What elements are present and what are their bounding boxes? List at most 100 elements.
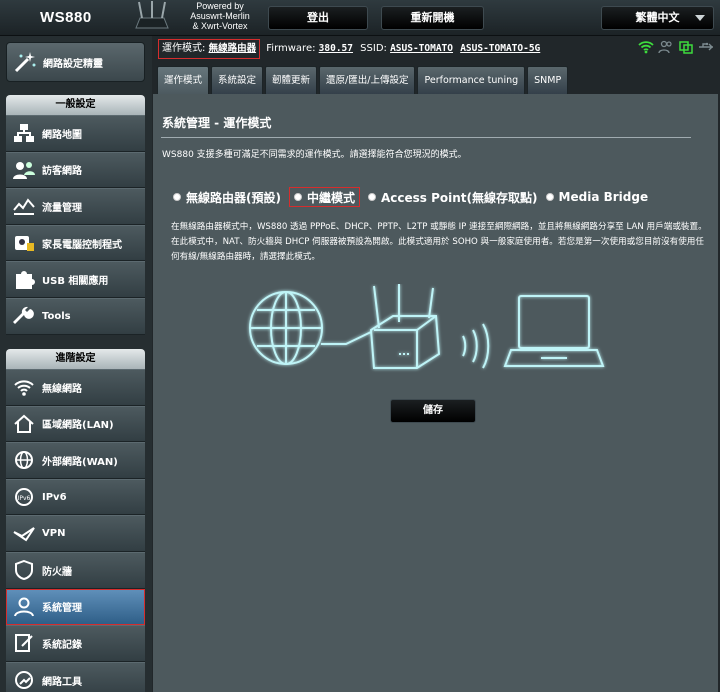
tab-performance-tuning[interactable]: Performance tuning xyxy=(417,66,526,94)
firmware-label: Firmware: xyxy=(266,43,316,54)
operation-mode-options: 無線路由器(預設) 中繼模式 Access Point(無線存取點) Media… xyxy=(173,186,713,208)
laptop-icon xyxy=(503,295,605,367)
op-mode-label: 運作模式: xyxy=(162,43,206,54)
router-logo-icon xyxy=(135,1,169,29)
sidebar-item-network-tools[interactable]: 網路工具 xyxy=(6,661,145,692)
mode-label: 無線路由器(預設) xyxy=(186,190,281,205)
ssid-link-5g[interactable]: ASUS-TOMATO-5G xyxy=(460,43,540,54)
sidebar-item-traffic-manager[interactable]: 流量管理 xyxy=(6,188,145,225)
traffic-manager-icon xyxy=(6,196,42,216)
advanced-menu: 無線網路 區域網路(LAN) 外部網路(WAN) IPv6 IPv6 VPN 防… xyxy=(6,369,145,692)
title-divider xyxy=(161,137,691,138)
save-button[interactable]: 儲存 xyxy=(390,399,476,423)
top-bar: WS880 Powered by Asuswrt-Merlin & Xwrt-V… xyxy=(0,0,720,36)
sidebar-item-ipv6[interactable]: IPv6 IPv6 xyxy=(6,478,145,516)
wifi-status-icon[interactable] xyxy=(638,40,654,54)
wifi-icon xyxy=(6,377,42,397)
sidebar-item-parental-control[interactable]: 家長電腦控制程式 xyxy=(6,224,145,262)
status-icons xyxy=(638,40,714,54)
sidebar-item-lan[interactable]: 區域網路(LAN) xyxy=(6,405,145,443)
sidebar-item-wireless[interactable]: 無線網路 xyxy=(6,369,145,406)
tab-operation-mode[interactable]: 運作模式 xyxy=(157,66,210,94)
sidebar-item-usb-application[interactable]: USB 相關應用 xyxy=(6,261,145,298)
sidebar-item-vpn[interactable]: VPN xyxy=(6,515,145,552)
mode-option-wireless-router[interactable]: 無線路由器(預設) xyxy=(173,187,281,207)
sidebar-item-label: 防火牆 xyxy=(42,566,72,578)
magic-wand-icon xyxy=(7,51,43,73)
qis-label: 網路設定精靈 xyxy=(43,58,103,70)
internet-status-icon[interactable] xyxy=(678,40,694,54)
wrench-icon xyxy=(6,306,42,326)
mode-label: Access Point(無線存取點) xyxy=(381,190,538,205)
sidebar-item-label: 流量管理 xyxy=(42,202,82,214)
network-tools-icon xyxy=(6,670,42,690)
powered-by-line: Powered by xyxy=(196,1,244,11)
admin-icon xyxy=(6,597,42,617)
general-section-header: 一般設定 xyxy=(6,95,145,115)
globe-icon xyxy=(6,450,42,470)
status-bar: 運作模式: 無線路由器 Firmware: 380.57 SSID: ASUS-… xyxy=(158,38,714,60)
ipv6-icon: IPv6 xyxy=(6,487,42,507)
radio-button[interactable] xyxy=(293,193,302,201)
powered-by-line: & Xwrt-Vortex xyxy=(192,21,248,31)
sidebar-item-label: 區域網路(LAN) xyxy=(42,420,114,432)
parental-control-icon xyxy=(6,233,42,253)
sidebar-item-label: 無線網路 xyxy=(42,383,82,395)
mode-illustration xyxy=(249,284,605,369)
general-menu: 網路地圖 訪客網路 流量管理 家長電腦控制程式 USB 相關應用 Tools xyxy=(6,115,145,335)
vpn-icon xyxy=(6,524,42,544)
sidebar-item-firewall[interactable]: 防火牆 xyxy=(6,551,145,589)
log-icon xyxy=(6,633,42,653)
sidebar-item-tools[interactable]: Tools xyxy=(6,297,145,335)
operation-mode-box: 運作模式: 無線路由器 xyxy=(158,39,261,59)
language-select[interactable]: 繁體中文 xyxy=(601,6,714,30)
radio-button[interactable] xyxy=(368,193,376,201)
sidebar-item-label: 網路地圖 xyxy=(42,129,82,141)
mode-description: 在無線路由器模式中，WS880 透過 PPPoE、DHCP、PPTP、L2TP … xyxy=(171,222,707,262)
mode-option-access-point[interactable]: Access Point(無線存取點) xyxy=(368,187,538,207)
tab-snmp[interactable]: SNMP xyxy=(527,66,569,94)
firmware-link[interactable]: 380.57 xyxy=(319,43,353,54)
router-icon xyxy=(369,284,441,369)
sidebar-item-guest-network[interactable]: 訪客網路 xyxy=(6,151,145,189)
radio-button[interactable] xyxy=(545,193,554,201)
tab-firmware-upgrade[interactable]: 韌體更新 xyxy=(265,66,318,94)
sidebar-item-network-map[interactable]: 網路地圖 xyxy=(6,115,145,152)
tab-system[interactable]: 系統設定 xyxy=(211,66,264,94)
mode-label: 中繼模式 xyxy=(306,190,355,205)
guest-network-icon xyxy=(6,160,42,180)
language-label: 繁體中文 xyxy=(635,11,680,24)
advanced-section-header: 進階設定 xyxy=(6,349,145,369)
sidebar-item-label: 系統記錄 xyxy=(42,639,82,651)
clients-status-icon[interactable] xyxy=(658,40,674,54)
main-content: 運作模式: 無線路由器 Firmware: 380.57 SSID: ASUS-… xyxy=(152,36,720,692)
page-title: 系統管理 - 運作模式 xyxy=(162,116,272,130)
content-panel: 系統管理 - 運作模式 WS880 支援多種可滿足不同需求的運作模式。請選擇能符… xyxy=(153,94,718,692)
sidebar-item-label: 家長電腦控制程式 xyxy=(42,239,122,251)
tab-restore-save-upload[interactable]: 還原/匯出/上傳設定 xyxy=(319,66,416,94)
qis-wizard-button[interactable]: 網路設定精靈 xyxy=(6,42,145,82)
mode-option-repeater[interactable]: 中繼模式 xyxy=(288,187,360,207)
mode-option-media-bridge[interactable]: Media Bridge xyxy=(545,187,649,207)
sidebar-item-label: USB 相關應用 xyxy=(42,276,109,288)
mode-label: Media Bridge xyxy=(558,190,649,204)
page-description: WS880 支援多種可滿足不同需求的運作模式。請選擇能符合您現況的模式。 xyxy=(162,150,467,160)
shield-icon xyxy=(6,560,42,581)
logout-button[interactable]: 登出 xyxy=(268,6,368,30)
chevron-down-icon xyxy=(695,15,705,21)
radio-button[interactable] xyxy=(173,193,181,201)
reboot-button[interactable]: 重新開機 xyxy=(381,6,484,30)
op-mode-link[interactable]: 無線路由器 xyxy=(209,43,257,54)
powered-by-line: Asuswrt-Merlin xyxy=(190,11,250,21)
powered-by-text: Powered by Asuswrt-Merlin & Xwrt-Vortex xyxy=(180,1,260,31)
wireless-waves-icon xyxy=(462,323,490,369)
sidebar-item-system-log[interactable]: 系統記錄 xyxy=(6,625,145,662)
sidebar-item-label: 網路工具 xyxy=(42,676,82,688)
sidebar-item-administration[interactable]: 系統管理 xyxy=(6,588,145,626)
sidebar-item-wan[interactable]: 外部網路(WAN) xyxy=(6,442,145,479)
usb-status-icon[interactable] xyxy=(698,40,714,54)
svg-text:IPv6: IPv6 xyxy=(18,495,31,502)
ssid-label: SSID: xyxy=(360,43,387,54)
ssid-link-2g[interactable]: ASUS-TOMATO xyxy=(390,43,453,54)
sidebar-item-label: 外部網路(WAN) xyxy=(42,456,118,468)
